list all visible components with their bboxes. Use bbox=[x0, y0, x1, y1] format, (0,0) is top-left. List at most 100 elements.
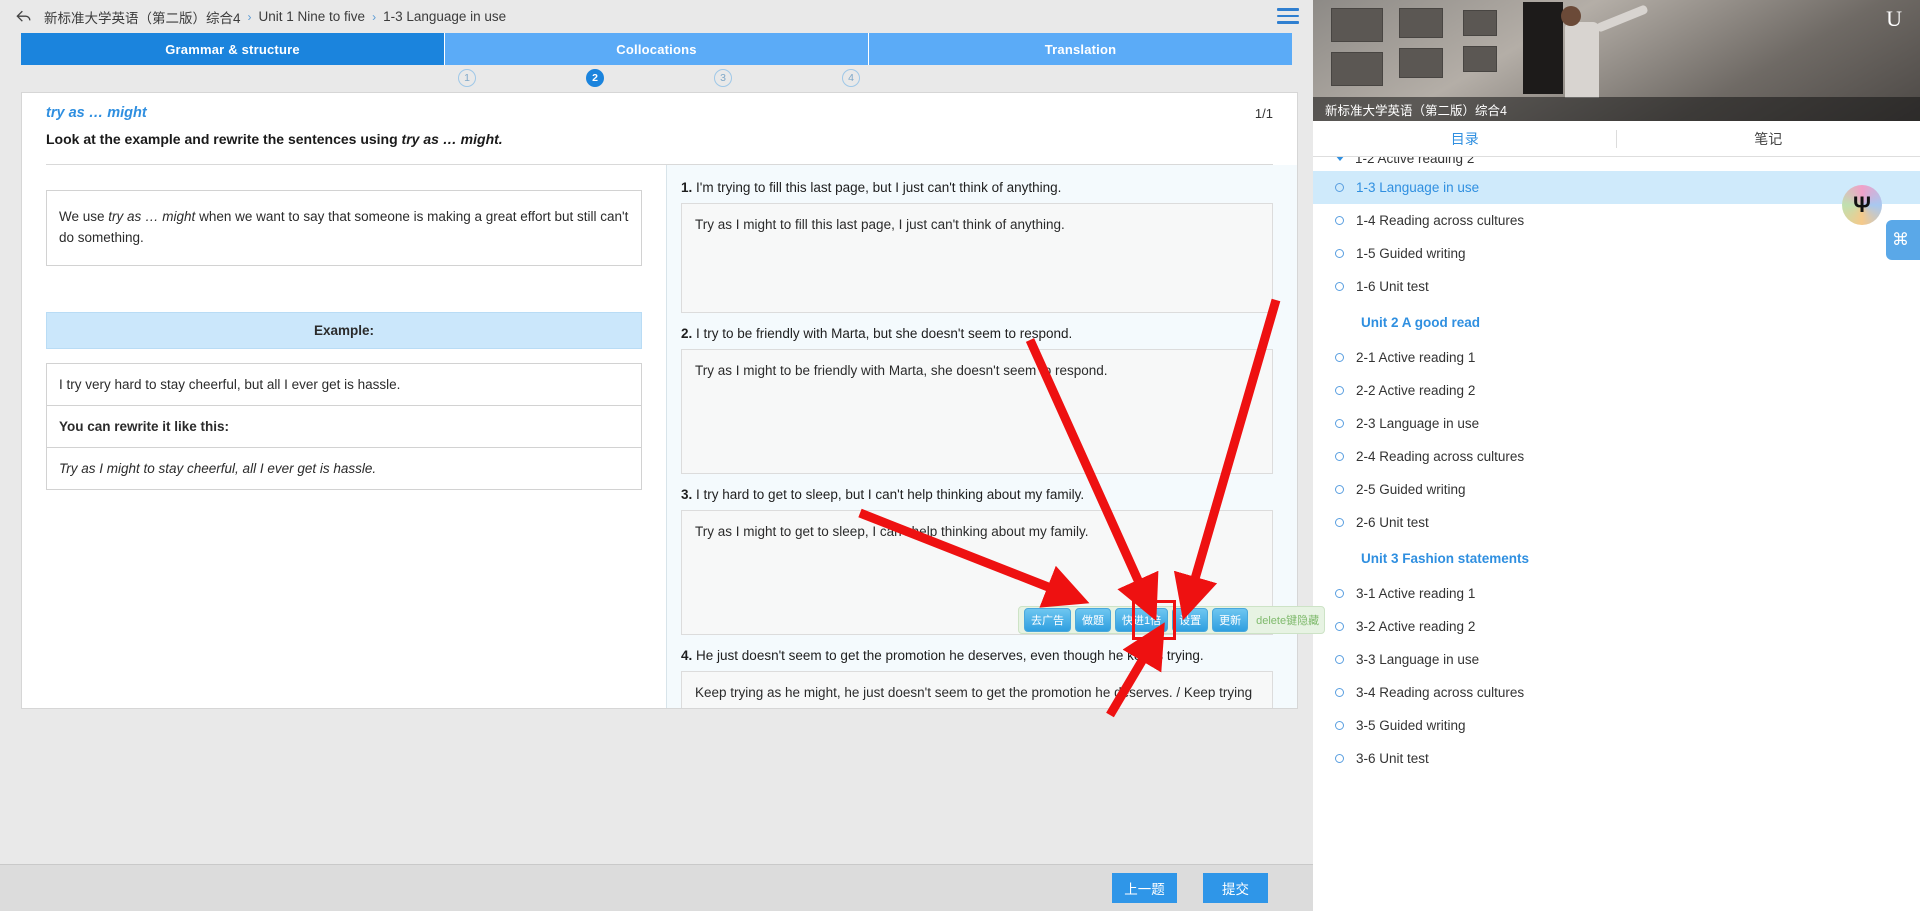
breadcrumb-item-lesson[interactable]: 1-3 Language in use bbox=[383, 9, 506, 24]
plugin-hide-hint: delete键隐藏 bbox=[1256, 612, 1319, 628]
question-4-number: 4. bbox=[681, 648, 692, 663]
sidebar-tabs: 目录 笔记 bbox=[1313, 121, 1920, 157]
question-4-text: He just doesn't seem to get the promotio… bbox=[696, 648, 1204, 663]
breadcrumb: 新标准大学英语（第二版）综合4 › Unit 1 Nine to five › … bbox=[0, 0, 1313, 33]
toc-item-1-2[interactable]: 1-2 Active reading 2 bbox=[1313, 157, 1920, 171]
toc-item-2-1[interactable]: 2-1 Active reading 1 bbox=[1313, 341, 1920, 374]
toc-label: 2-2 Active reading 2 bbox=[1356, 383, 1475, 398]
hamburger-menu-icon[interactable] bbox=[1277, 8, 1299, 24]
plugin-button-do-questions[interactable]: 做题 bbox=[1075, 608, 1111, 632]
explanation-before: We use bbox=[59, 209, 108, 224]
circle-bullet-icon bbox=[1335, 721, 1344, 730]
question-2-text: I try to be friendly with Marta, but she… bbox=[696, 326, 1072, 341]
toc-item-3-6[interactable]: 3-6 Unit test bbox=[1313, 742, 1920, 775]
step-3[interactable]: 3 bbox=[714, 69, 732, 87]
toc-item-2-3[interactable]: 2-3 Language in use bbox=[1313, 407, 1920, 440]
toc-item-2-4[interactable]: 2-4 Reading across cultures bbox=[1313, 440, 1920, 473]
annotation-highlight-box bbox=[1132, 600, 1176, 640]
step-1[interactable]: 1 bbox=[458, 69, 476, 87]
toc-item-2-6[interactable]: 2-6 Unit test bbox=[1313, 506, 1920, 539]
toc-label: 1-5 Guided writing bbox=[1356, 246, 1466, 261]
circle-bullet-icon bbox=[1335, 622, 1344, 631]
toc-label: 1-6 Unit test bbox=[1356, 279, 1429, 294]
section-tabs: Grammar & structure Collocations Transla… bbox=[21, 33, 1292, 65]
bottom-action-bar: 上一题 提交 bbox=[0, 864, 1313, 911]
back-arrow-icon[interactable] bbox=[14, 7, 34, 27]
circle-bullet-icon bbox=[1335, 452, 1344, 461]
toc-label: 3-4 Reading across cultures bbox=[1356, 685, 1524, 700]
explanation-italic: try as … might bbox=[108, 209, 195, 224]
tab-translation[interactable]: Translation bbox=[869, 33, 1292, 65]
circle-bullet-icon bbox=[1335, 216, 1344, 225]
toc-item-3-3[interactable]: 3-3 Language in use bbox=[1313, 643, 1920, 676]
circle-bullet-icon bbox=[1335, 353, 1344, 362]
question-4: 4. He just doesn't seem to get the promo… bbox=[681, 647, 1273, 709]
user-avatar[interactable]: U bbox=[1886, 6, 1902, 32]
table-of-contents[interactable]: 1-2 Active reading 2 1-3 Language in use… bbox=[1313, 157, 1920, 911]
toc-label: 3-5 Guided writing bbox=[1356, 718, 1466, 733]
instruction-plain: Look at the example and rewrite the sent… bbox=[46, 131, 402, 147]
toc-unit-3[interactable]: Unit 3 Fashion statements bbox=[1313, 539, 1920, 577]
breadcrumb-separator-2: › bbox=[372, 10, 376, 24]
toc-item-1-6[interactable]: 1-6 Unit test bbox=[1313, 270, 1920, 303]
breadcrumb-item-unit[interactable]: Unit 1 Nine to five bbox=[259, 9, 366, 24]
tab-contents[interactable]: 目录 bbox=[1313, 121, 1617, 156]
toc-unit-2[interactable]: Unit 2 A good read bbox=[1313, 303, 1920, 341]
step-2[interactable]: 2 bbox=[586, 69, 604, 87]
submit-button[interactable]: 提交 bbox=[1203, 873, 1268, 903]
toc-item-2-5[interactable]: 2-5 Guided writing bbox=[1313, 473, 1920, 506]
toc-label: 2-5 Guided writing bbox=[1356, 482, 1466, 497]
video-player[interactable]: 新标准大学英语（第二版）综合4 U bbox=[1313, 0, 1920, 121]
question-1-text: I'm trying to fill this last page, but I… bbox=[696, 180, 1061, 195]
y-logo-icon[interactable]: Ψ bbox=[1842, 185, 1882, 225]
circle-bullet-icon bbox=[1335, 386, 1344, 395]
question-4-answer[interactable]: Keep trying as he might, he just doesn't… bbox=[681, 671, 1273, 709]
plugin-button-remove-ads[interactable]: 去广告 bbox=[1024, 608, 1071, 632]
example-rewritten-sentence: Try as I might to stay cheerful, all I e… bbox=[46, 448, 642, 490]
plugin-button-settings[interactable]: 设置 bbox=[1172, 608, 1208, 632]
tab-collocations[interactable]: Collocations bbox=[445, 33, 869, 65]
toc-label: 1-4 Reading across cultures bbox=[1356, 213, 1524, 228]
circle-bullet-icon bbox=[1335, 282, 1344, 291]
example-rewrite-label: You can rewrite it like this: bbox=[46, 406, 642, 448]
lesson-header: try as … might Look at the example and r… bbox=[22, 93, 1297, 155]
toc-item-1-3[interactable]: 1-3 Language in use bbox=[1313, 171, 1920, 204]
toc-label: 1-2 Active reading 2 bbox=[1355, 157, 1474, 166]
toc-item-3-4[interactable]: 3-4 Reading across cultures bbox=[1313, 676, 1920, 709]
explanation-pane: We use try as … might when we want to sa… bbox=[22, 165, 666, 709]
toc-item-2-2[interactable]: 2-2 Active reading 2 bbox=[1313, 374, 1920, 407]
circle-bullet-icon bbox=[1335, 485, 1344, 494]
main-column: 新标准大学英语（第二版）综合4 › Unit 1 Nine to five › … bbox=[0, 0, 1313, 911]
toc-item-3-2[interactable]: 3-2 Active reading 2 bbox=[1313, 610, 1920, 643]
tab-grammar-structure[interactable]: Grammar & structure bbox=[21, 33, 445, 65]
toc-label: 2-6 Unit test bbox=[1356, 515, 1429, 530]
sidebar: 新标准大学英语（第二版）综合4 U 目录 笔记 1-2 Active readi… bbox=[1313, 0, 1920, 911]
app-root: 新标准大学英语（第二版）综合4 › Unit 1 Nine to five › … bbox=[0, 0, 1920, 911]
question-1-answer[interactable]: Try as I might to fill this last page, I… bbox=[681, 203, 1273, 313]
previous-question-button[interactable]: 上一题 bbox=[1112, 873, 1177, 903]
question-2-answer[interactable]: Try as I might to be friendly with Marta… bbox=[681, 349, 1273, 474]
toc-item-3-5[interactable]: 3-5 Guided writing bbox=[1313, 709, 1920, 742]
toc-item-1-5[interactable]: 1-5 Guided writing bbox=[1313, 237, 1920, 270]
tab-notes[interactable]: 笔记 bbox=[1617, 121, 1920, 156]
toc-label: 3-6 Unit test bbox=[1356, 751, 1429, 766]
plugin-button-update[interactable]: 更新 bbox=[1212, 608, 1248, 632]
breadcrumb-item-book[interactable]: 新标准大学英语（第二版）综合4 bbox=[44, 7, 241, 27]
breadcrumb-separator-1: › bbox=[248, 10, 252, 24]
toc-item-1-4[interactable]: 1-4 Reading across cultures bbox=[1313, 204, 1920, 237]
question-1: 1. I'm trying to fill this last page, bu… bbox=[681, 179, 1273, 313]
grammar-point-title: try as … might bbox=[46, 105, 1273, 121]
page-counter: 1/1 bbox=[1255, 106, 1273, 121]
toc-label: 3-3 Language in use bbox=[1356, 652, 1479, 667]
question-3-number: 3. bbox=[681, 487, 692, 502]
question-3-prompt: 3. I try hard to get to sleep, but I can… bbox=[681, 486, 1273, 505]
lesson-instruction: Look at the example and rewrite the sent… bbox=[46, 131, 1273, 147]
video-title: 新标准大学英语（第二版）综合4 bbox=[1313, 97, 1920, 121]
toc-item-3-1[interactable]: 3-1 Active reading 1 bbox=[1313, 577, 1920, 610]
question-1-prompt: 1. I'm trying to fill this last page, bu… bbox=[681, 179, 1273, 198]
instruction-italic: try as … might. bbox=[402, 131, 503, 147]
circle-bullet-icon bbox=[1335, 655, 1344, 664]
circle-bullet-icon bbox=[1335, 419, 1344, 428]
step-4[interactable]: 4 bbox=[842, 69, 860, 87]
command-key-icon[interactable]: ⌘ bbox=[1886, 220, 1920, 260]
